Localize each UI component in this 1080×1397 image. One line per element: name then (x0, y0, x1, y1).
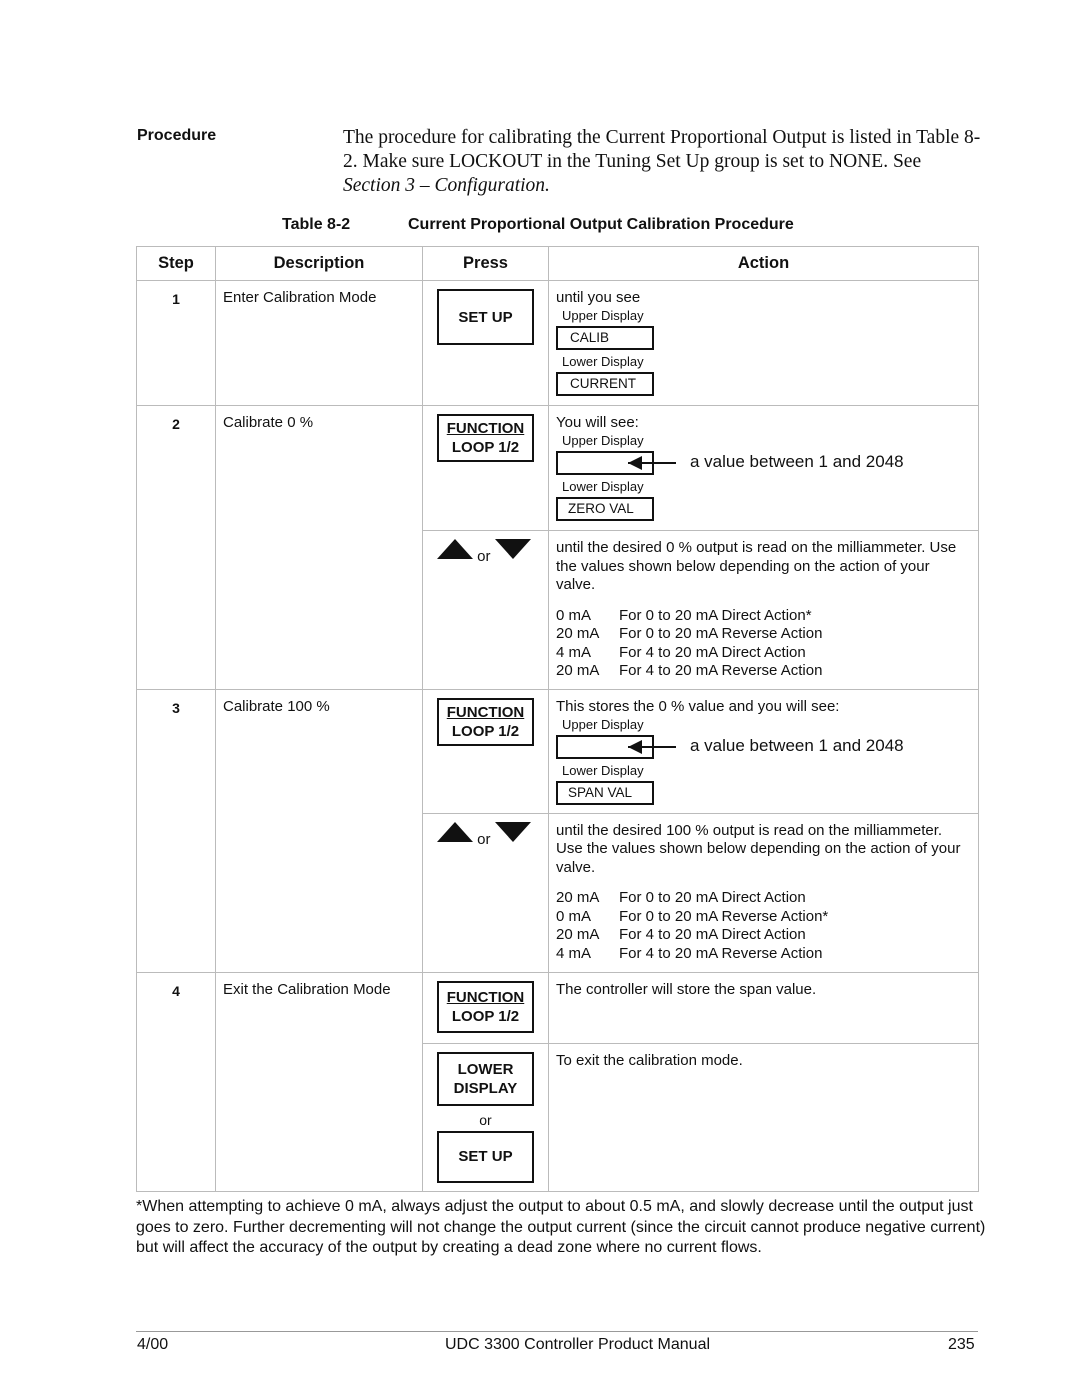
section-label: Procedure (137, 127, 217, 144)
or-text: or (479, 1111, 492, 1128)
value-note: a value between 1 and 2048 (690, 736, 904, 756)
or-text: or (477, 548, 491, 565)
header-step: Step (136, 246, 216, 281)
action-type: For 4 to 20 mA Direct Action (619, 926, 806, 943)
upper-display-label: Upper Display (562, 432, 644, 448)
action-type: For 0 to 20 mA Direct Action (619, 889, 806, 906)
action-text: until the desired 0 % output is read on … (556, 539, 957, 593)
action-type: For 4 to 20 mA Direct Action (619, 643, 806, 661)
table-row: 1 Enter Calibration Mode SET UP until yo… (136, 280, 979, 406)
down-arrow-key-icon (494, 539, 531, 559)
upper-display: CALIB (556, 325, 654, 350)
action-type: For 4 to 20 mA Reverse Action (619, 662, 823, 679)
step-number: 3 (136, 689, 216, 973)
table-row: 2 Calibrate 0 % FUNCTION LOOP 1/2 You wil… (136, 405, 979, 690)
ma-value: 20 mA (556, 625, 600, 642)
key-label: FUNCTION (446, 704, 525, 721)
or-text: or (477, 830, 491, 848)
ma-value: 4 mA (556, 944, 592, 962)
action-type: For 4 to 20 mA Reverse Action (619, 944, 823, 962)
down-arrow-key-icon (494, 821, 531, 842)
calibration-table: Step Description Press Action 1 Enter Ca… (136, 246, 979, 1192)
action-type: For 0 to 20 mA Reverse Action* (619, 907, 829, 925)
lower-display-label: Lower Display (562, 478, 644, 494)
lower-display-label: Lower Display (562, 762, 644, 778)
function-loop-key: FUNCTION LOOP 1/2 (437, 414, 534, 462)
action-text: This stores the 0 % value and you will s… (556, 698, 840, 715)
key-label: DISPLAY (453, 1079, 518, 1097)
setup-key: SET UP (437, 1130, 534, 1183)
action-text: until the desired 100 % output is read o… (556, 821, 961, 876)
ma-value: 20 mA (556, 889, 600, 906)
arrow-left-icon (628, 739, 676, 754)
lower-display-label: Lower Display (562, 353, 644, 369)
lower-display: ZERO VAL (556, 496, 654, 521)
intro-text: The procedure for calibrating the Curren… (343, 127, 981, 172)
lower-display-key: LOWER DISPLAY (437, 1051, 534, 1106)
footer-title: UDC 3300 Controller Product Manual (445, 1336, 711, 1353)
header-row: Step Description Press Action (136, 246, 979, 281)
value-note: a value between 1 and 2048 (690, 452, 904, 472)
step-description: Calibrate 0 % (215, 405, 423, 690)
intro-paragraph: The procedure for calibrating the Curren… (343, 126, 983, 198)
step-number: 4 (136, 971, 216, 1192)
key-label: LOOP 1/2 (451, 723, 520, 740)
table-row: 3 Calibrate 100 % FUNCTION LOOP 1/2 This … (136, 689, 979, 973)
table-row: 4 Exit the Calibration Mode FUNCTION LOOP… (136, 971, 979, 1192)
key-label: LOOP 1/2 (451, 1007, 520, 1025)
setup-key: SET UP (437, 289, 534, 345)
ma-value: 0 mA (556, 907, 592, 925)
step-description: Enter Calibration Mode (215, 280, 423, 406)
value-table: 20 mA For 0 to 20 mA Direct Action 0 mA Fo… (556, 889, 828, 963)
header-press: Press (422, 246, 549, 281)
step-number: 2 (136, 405, 216, 690)
action-type: For 0 to 20 mA Reverse Action (619, 625, 823, 642)
header-action: Action (548, 246, 979, 281)
table-title: Current Proportional Output Calibration … (408, 216, 794, 233)
footer-divider (136, 1331, 978, 1332)
function-loop-key: FUNCTION LOOP 1/2 (437, 980, 534, 1033)
footnote: *When attempting to achieve 0 mA, always… (136, 1198, 986, 1256)
arrow-left-icon (628, 455, 676, 470)
intro-reference: Section 3 – Configuration. (343, 175, 550, 196)
footer-date: 4/00 (137, 1336, 169, 1353)
lower-display: SPAN VAL (556, 780, 654, 805)
ma-value: 0 mA (556, 606, 592, 624)
up-arrow-key-icon (437, 539, 473, 559)
step-number: 1 (136, 280, 216, 406)
value-table: 0 mA For 0 to 20 mA Direct Action* 20 mA F… (556, 607, 822, 681)
table-number: Table 8-2 (282, 216, 351, 233)
ma-value: 20 mA (556, 926, 600, 943)
header-description: Description (215, 246, 423, 281)
action-text: The controller will store the span value… (548, 971, 979, 1044)
key-label: LOOP 1/2 (451, 439, 520, 456)
ma-value: 4 mA (556, 643, 592, 661)
key-label: FUNCTION (446, 420, 525, 437)
key-label: FUNCTION (446, 988, 525, 1006)
lower-display: CURRENT (556, 371, 654, 396)
step-description: Exit the Calibration Mode (215, 971, 423, 1192)
action-text: until you see (556, 289, 641, 306)
upper-display-label: Upper Display (562, 307, 644, 323)
key-label: LOWER (457, 1060, 514, 1078)
up-arrow-key-icon (437, 821, 473, 842)
ma-value: 20 mA (556, 662, 600, 679)
page-number: 235 (948, 1336, 975, 1353)
action-type: For 0 to 20 mA Direct Action* (619, 606, 812, 624)
function-loop-key: FUNCTION LOOP 1/2 (437, 698, 534, 746)
action-text: You will see: (556, 414, 639, 431)
action-text: To exit the calibration mode. (548, 1042, 979, 1192)
upper-display-label: Upper Display (562, 716, 644, 732)
step-description: Calibrate 100 % (215, 689, 423, 973)
